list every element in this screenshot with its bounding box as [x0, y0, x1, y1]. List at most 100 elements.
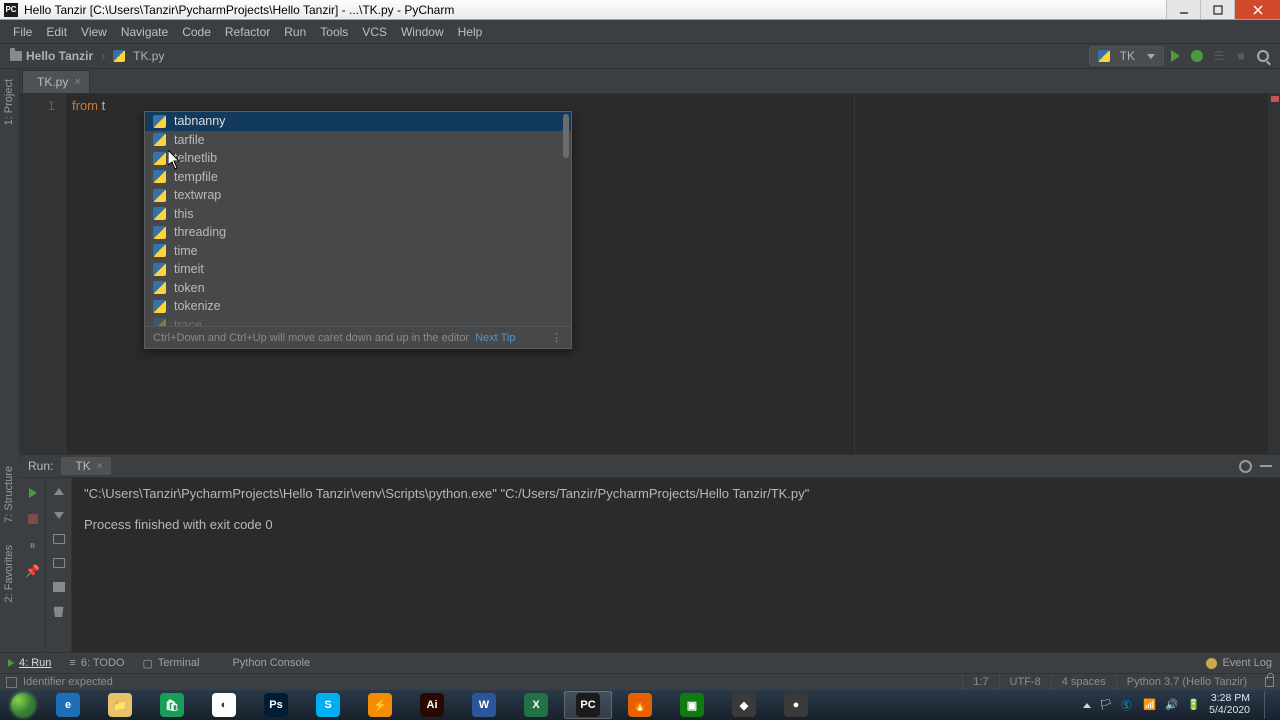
tray-volume-icon[interactable]: 🔊 — [1165, 698, 1179, 712]
chevron-down-icon — [1147, 54, 1155, 59]
run-console-output[interactable]: "C:\Users\Tanzir\PycharmProjects\Hello T… — [72, 478, 1280, 652]
menu-code[interactable]: Code — [175, 22, 218, 42]
completion-item[interactable]: tabnanny — [145, 112, 571, 131]
taskbar-chrome[interactable]: ◐ — [200, 691, 248, 719]
completion-item[interactable]: time — [145, 242, 571, 261]
run-config-selector[interactable]: TK — [1089, 46, 1164, 66]
taskbar-xbox[interactable]: ▣ — [668, 691, 716, 719]
menu-window[interactable]: Window — [394, 22, 451, 42]
caret-position[interactable]: 1:7 — [962, 674, 998, 690]
run-tab[interactable]: TK × — [61, 457, 110, 475]
editor-tab-tk[interactable]: TK.py × — [22, 70, 90, 93]
editor-scroll-track[interactable] — [1268, 94, 1280, 454]
breadcrumb-file[interactable]: TK.py — [109, 49, 168, 63]
error-stripe-mark[interactable] — [1271, 96, 1279, 102]
pause-button[interactable]: ⏸ — [26, 538, 40, 552]
rerun-button[interactable] — [26, 486, 40, 500]
scroll-up-button[interactable] — [52, 484, 66, 498]
completion-item[interactable]: telnetlib — [145, 149, 571, 168]
completion-item[interactable]: this — [145, 205, 571, 224]
tray-battery-icon[interactable]: 🔋 — [1187, 698, 1201, 712]
minimize-button[interactable] — [1166, 0, 1200, 19]
toolwindows-toggle-icon[interactable] — [6, 677, 17, 688]
stop-button[interactable]: ■ — [1230, 49, 1252, 63]
taskbar-photoshop[interactable]: Ps — [252, 691, 300, 719]
taskbar-explorer[interactable]: 📁 — [96, 691, 144, 719]
tray-skype-icon[interactable]: Ⓢ — [1121, 698, 1135, 712]
menu-help[interactable]: Help — [451, 22, 490, 42]
taskbar-illustrator[interactable]: Ai — [408, 691, 456, 719]
completion-item[interactable]: timeit — [145, 260, 571, 279]
menu-file[interactable]: File — [6, 22, 39, 42]
completion-item[interactable]: trace — [145, 316, 571, 327]
taskbar-ie[interactable]: e — [44, 691, 92, 719]
menu-view[interactable]: View — [74, 22, 114, 42]
taskbar-pycharm[interactable]: PC — [564, 691, 612, 719]
tray-clock[interactable]: 3:28 PM 5/4/2020 — [1209, 693, 1250, 716]
tray-overflow-icon[interactable] — [1083, 703, 1091, 708]
project-toolwindow-tab[interactable]: 1: Project — [0, 73, 18, 131]
completion-item[interactable]: threading — [145, 223, 571, 242]
completion-scrollbar[interactable] — [563, 114, 569, 158]
taskbar-camtasia[interactable]: ◆ — [720, 691, 768, 719]
menu-tools[interactable]: Tools — [313, 22, 355, 42]
pin-button[interactable]: 📌 — [26, 564, 40, 578]
readonly-lock-icon[interactable] — [1265, 677, 1274, 687]
structure-toolwindow-tab[interactable]: 7: Structure — [0, 460, 18, 529]
completion-list[interactable]: tabnanny tarfile telnetlib tempfile text… — [145, 112, 571, 326]
menu-edit[interactable]: Edit — [39, 22, 74, 42]
maximize-button[interactable] — [1200, 0, 1234, 19]
clear-button[interactable] — [52, 604, 66, 618]
start-button[interactable] — [4, 690, 42, 720]
taskbar-vlc[interactable]: ⚡ — [356, 691, 404, 719]
indent-setting[interactable]: 4 spaces — [1051, 674, 1116, 690]
gear-icon[interactable] — [1239, 460, 1252, 473]
stop-run-button[interactable] — [26, 512, 40, 526]
taskbar-store[interactable]: 🛍 — [148, 691, 196, 719]
next-tip-link[interactable]: Next Tip — [475, 332, 515, 344]
close-run-tab-icon[interactable]: × — [97, 461, 103, 472]
tab-event-log[interactable]: Event Log — [1206, 657, 1272, 669]
breadcrumb-project-label: Hello Tanzir — [26, 49, 93, 63]
tray-network-icon[interactable]: 📶 — [1143, 698, 1157, 712]
code-editor[interactable]: from t tabnanny tarfile telnetlib tempfi… — [66, 94, 1268, 454]
hide-toolwindow-icon[interactable] — [1260, 465, 1272, 467]
tab-python-console[interactable]: Python Console — [217, 657, 310, 669]
close-button[interactable] — [1234, 0, 1280, 19]
scroll-down-button[interactable] — [52, 508, 66, 522]
close-tab-icon[interactable]: × — [74, 76, 80, 88]
completion-item[interactable]: tarfile — [145, 131, 571, 150]
taskbar-recorder[interactable]: ● — [772, 691, 820, 719]
python-interpreter[interactable]: Python 3.7 (Hello Tanzir) — [1116, 674, 1257, 690]
completion-item[interactable]: textwrap — [145, 186, 571, 205]
soft-wrap-button[interactable] — [52, 532, 66, 546]
file-encoding[interactable]: UTF-8 — [999, 674, 1051, 690]
taskbar-skype[interactable]: S — [304, 691, 352, 719]
taskbar-firefox[interactable]: 🔥 — [616, 691, 664, 719]
completion-more-icon[interactable]: ⋮ — [551, 331, 563, 344]
menu-vcs[interactable]: VCS — [355, 22, 394, 42]
breadcrumb-project[interactable]: Hello Tanzir — [6, 49, 97, 63]
system-tray: 🏳 Ⓢ 📶 🔊 🔋 3:28 PM 5/4/2020 — [1083, 691, 1276, 719]
menu-run[interactable]: Run — [277, 22, 313, 42]
module-icon — [153, 300, 166, 313]
taskbar-excel[interactable]: X — [512, 691, 560, 719]
completion-item[interactable]: tempfile — [145, 168, 571, 187]
tab-todo[interactable]: ≡ 6: TODO — [69, 657, 124, 669]
menu-refactor[interactable]: Refactor — [218, 22, 277, 42]
completion-item[interactable]: tokenize — [145, 297, 571, 316]
run-coverage-button[interactable]: ☰ — [1208, 49, 1230, 63]
run-button[interactable] — [1164, 50, 1186, 62]
show-desktop-button[interactable] — [1264, 691, 1272, 719]
menu-navigate[interactable]: Navigate — [114, 22, 175, 42]
tab-terminal[interactable]: ▢ Terminal — [142, 657, 199, 670]
completion-item[interactable]: token — [145, 279, 571, 298]
taskbar-word[interactable]: W — [460, 691, 508, 719]
favorites-toolwindow-tab[interactable]: 2: Favorites — [0, 539, 18, 608]
print-button[interactable] — [52, 580, 66, 594]
scroll-end-button[interactable] — [52, 556, 66, 570]
debug-button[interactable] — [1186, 50, 1208, 62]
search-everywhere-button[interactable] — [1252, 50, 1274, 62]
tray-action-center-icon[interactable]: 🏳 — [1099, 698, 1113, 712]
tab-run[interactable]: 4: Run — [8, 657, 51, 669]
